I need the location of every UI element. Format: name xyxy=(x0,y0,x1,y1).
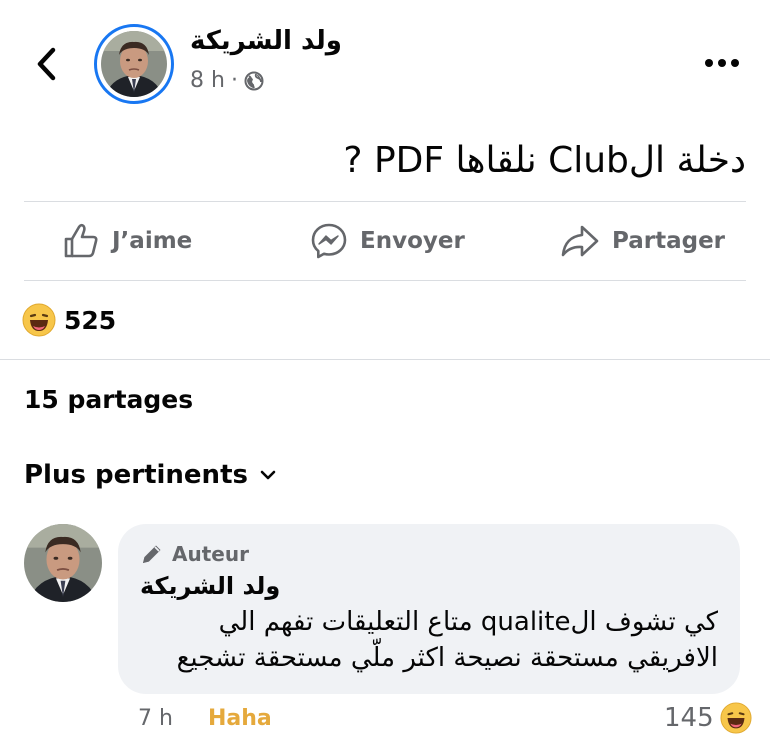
post-meta: 8 h · xyxy=(190,68,264,93)
divider-actions xyxy=(24,280,746,281)
comment-haha-button[interactable]: Haha xyxy=(208,706,272,731)
comment-footer: 7 h Haha 145 xyxy=(0,700,770,740)
sort-label: Plus pertinents xyxy=(24,460,248,490)
globe-icon xyxy=(244,71,264,90)
post-text: دخلة الClub نلقاها PDF ? xyxy=(343,140,746,181)
meta-separator: · xyxy=(230,68,238,93)
send-button[interactable]: Envoyer xyxy=(310,203,465,279)
chevron-down-icon xyxy=(260,470,276,480)
divider-top xyxy=(24,201,746,202)
comment-author-name[interactable]: ولد الشريكة xyxy=(140,572,280,600)
more-options-button[interactable] xyxy=(700,50,744,76)
comment-time: 7 h xyxy=(138,706,173,731)
share-label: Partager xyxy=(612,228,726,254)
share-button[interactable]: Partager xyxy=(560,203,725,279)
send-label: Envoyer xyxy=(360,228,465,254)
comment-sort-dropdown[interactable]: Plus pertinents xyxy=(24,460,276,490)
reaction-count: 525 xyxy=(64,305,117,335)
like-label: J’aime xyxy=(112,228,193,254)
post-time: 8 h xyxy=(190,68,225,93)
haha-emoji-icon xyxy=(22,303,56,337)
post-actions-bar: J’aime Envoyer Partager xyxy=(24,203,746,279)
author-badge-label: Auteur xyxy=(172,542,249,566)
back-button[interactable] xyxy=(30,46,62,82)
like-button[interactable]: J’aime xyxy=(62,203,192,279)
more-dots-icon xyxy=(705,59,739,67)
divider-reactions xyxy=(0,359,770,360)
haha-emoji-icon xyxy=(720,702,752,734)
chevron-left-icon xyxy=(37,47,56,81)
post-header: ولد الشريكة 8 h · xyxy=(0,0,770,120)
pencil-icon xyxy=(143,545,161,563)
comment-avatar[interactable] xyxy=(24,524,102,602)
author-badge: Auteur xyxy=(140,542,249,566)
page-avatar[interactable] xyxy=(94,24,174,104)
share-arrow-icon xyxy=(561,225,599,257)
comment-text: كي تشوف الqualite متاع التعليقات تفهم ال… xyxy=(176,607,718,673)
page-name[interactable]: ولد الشريكة xyxy=(190,26,342,56)
shares-count[interactable]: 15 partages xyxy=(24,385,193,414)
messenger-icon xyxy=(311,223,347,259)
thumbs-up-icon xyxy=(64,223,98,258)
reactions-summary[interactable]: 525 xyxy=(22,303,116,337)
comment-reactions[interactable]: 145 xyxy=(664,702,752,734)
comment-bubble[interactable]: Auteur ولد الشريكة كي تشوف الqualite متا… xyxy=(118,524,740,694)
comment-reaction-count: 145 xyxy=(664,703,714,733)
